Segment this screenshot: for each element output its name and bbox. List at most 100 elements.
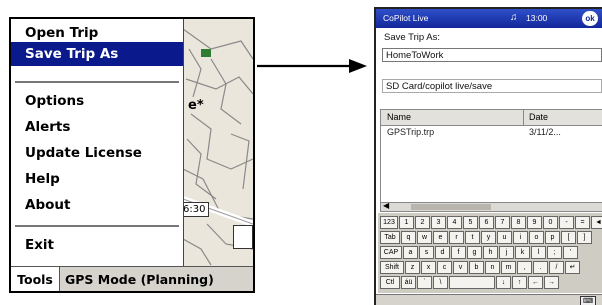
transition-arrow-icon bbox=[257, 59, 367, 73]
keyboard-icon[interactable]: ⌨ bbox=[580, 296, 596, 305]
scrollbar-thumb[interactable] bbox=[411, 204, 491, 210]
menu-item-open-trip[interactable]: Open Trip bbox=[25, 25, 98, 41]
file-list: Name Date GPSTrip.trp 3/11/2... bbox=[380, 109, 602, 203]
menu-separator bbox=[15, 81, 179, 83]
key-1-10[interactable]: 9 bbox=[527, 216, 542, 229]
menu-item-help[interactable]: Help bbox=[25, 171, 60, 187]
key-2-12[interactable]: [ bbox=[561, 231, 576, 244]
key-4-10[interactable]: . bbox=[533, 261, 548, 274]
key-5-5[interactable] bbox=[449, 276, 495, 289]
key-4-2[interactable]: z bbox=[405, 261, 420, 274]
right-device-screen: CoPilot Live ♫ 13:00 ok Save Trip As: Ho… bbox=[374, 7, 602, 305]
bottom-taskbar: Tools GPS Mode (Planning) bbox=[11, 266, 253, 291]
key-3-10[interactable]: l bbox=[531, 246, 546, 259]
key-2-11[interactable]: p bbox=[545, 231, 560, 244]
key-3-2[interactable]: a bbox=[403, 246, 418, 259]
menu-item-update-license[interactable]: Update License bbox=[25, 145, 142, 161]
tools-menu: Open Trip Save Trip As Options Alerts Up… bbox=[11, 19, 184, 267]
key-2-3[interactable]: w bbox=[417, 231, 432, 244]
column-divider bbox=[523, 110, 524, 125]
key-2-5[interactable]: r bbox=[449, 231, 464, 244]
key-3-11[interactable]: ; bbox=[547, 246, 562, 259]
key-1-6[interactable]: 5 bbox=[463, 216, 478, 229]
key-2-7[interactable]: y bbox=[481, 231, 496, 244]
titlebar: CoPilot Live ♫ 13:00 ok bbox=[376, 9, 602, 28]
save-path-field[interactable]: SD Card/copilot live/save bbox=[382, 79, 602, 93]
clock: 13:00 bbox=[526, 13, 548, 23]
key-1-1[interactable]: 123 bbox=[380, 216, 398, 229]
key-3-8[interactable]: j bbox=[499, 246, 514, 259]
soft-keyboard: 123 1 2 3 4 5 6 7 8 9 0- = ◄ Tab q w e r t y u i o p[] CAP a s d f g h… bbox=[378, 213, 602, 293]
key-2-4[interactable]: e bbox=[433, 231, 448, 244]
gps-mode-tab[interactable]: GPS Mode (Planning) bbox=[65, 267, 214, 291]
key-4-6[interactable]: b bbox=[469, 261, 484, 274]
menu-item-exit[interactable]: Exit bbox=[25, 237, 54, 253]
bottom-menubar: ⌨ bbox=[376, 294, 602, 305]
key-1-7[interactable]: 6 bbox=[479, 216, 494, 229]
map-zoom-box[interactable] bbox=[233, 225, 253, 249]
key-4-9[interactable]: , bbox=[517, 261, 532, 274]
menu-item-options[interactable]: Options bbox=[25, 93, 84, 109]
key-1-14[interactable]: ◄ bbox=[591, 216, 602, 229]
key-5-3[interactable]: ` bbox=[417, 276, 432, 289]
key-1-3[interactable]: 2 bbox=[415, 216, 430, 229]
key-2-13[interactable]: ] bbox=[577, 231, 592, 244]
key-1-2[interactable]: 1 bbox=[399, 216, 414, 229]
file-row[interactable]: GPSTrip.trp 3/11/2... bbox=[381, 127, 602, 140]
key-2-1[interactable]: Tab bbox=[380, 231, 400, 244]
key-4-7[interactable]: n bbox=[485, 261, 500, 274]
file-list-header: Name Date bbox=[381, 110, 602, 126]
key-1-4[interactable]: 3 bbox=[431, 216, 446, 229]
key-5-7[interactable]: ↑ bbox=[512, 276, 527, 289]
key-3-4[interactable]: d bbox=[435, 246, 450, 259]
menu-separator bbox=[15, 225, 179, 227]
key-5-9[interactable]: → bbox=[544, 276, 559, 289]
key-5-2[interactable]: áü bbox=[401, 276, 416, 289]
key-1-8[interactable]: 7 bbox=[495, 216, 510, 229]
key-5-8[interactable]: ← bbox=[528, 276, 543, 289]
menu-item-alerts[interactable]: Alerts bbox=[25, 119, 70, 135]
key-1-12[interactable]: - bbox=[559, 216, 574, 229]
column-header-date[interactable]: Date bbox=[529, 112, 548, 122]
key-1-9[interactable]: 8 bbox=[511, 216, 526, 229]
key-4-4[interactable]: c bbox=[437, 261, 452, 274]
key-5-1[interactable]: Ctl bbox=[380, 276, 400, 289]
key-3-3[interactable]: s bbox=[419, 246, 434, 259]
key-2-6[interactable]: t bbox=[465, 231, 480, 244]
menu-item-save-trip-as[interactable]: Save Trip As bbox=[11, 42, 183, 66]
app-title: CoPilot Live bbox=[383, 13, 429, 23]
key-5-4[interactable]: \ bbox=[433, 276, 448, 289]
key-5-6[interactable]: ↓ bbox=[496, 276, 511, 289]
file-date: 3/11/2... bbox=[529, 127, 561, 137]
key-3-9[interactable]: k bbox=[515, 246, 530, 259]
key-4-3[interactable]: x bbox=[421, 261, 436, 274]
left-device-screen: e* 6:30 Open Trip Save Trip As Options A… bbox=[9, 17, 255, 293]
key-2-10[interactable]: o bbox=[529, 231, 544, 244]
key-3-5[interactable]: f bbox=[451, 246, 466, 259]
key-2-2[interactable]: q bbox=[401, 231, 416, 244]
scroll-left-icon[interactable]: ◀ bbox=[383, 201, 389, 210]
horizontal-scrollbar[interactable]: ◀ bbox=[380, 201, 602, 212]
key-3-1[interactable]: CAP bbox=[380, 246, 402, 259]
map-place-label: e* bbox=[188, 98, 204, 113]
key-4-12[interactable]: ↵ bbox=[565, 261, 580, 274]
key-4-11[interactable]: / bbox=[549, 261, 564, 274]
key-1-13[interactable]: = bbox=[575, 216, 590, 229]
ok-button[interactable]: ok bbox=[582, 11, 598, 26]
key-3-6[interactable]: g bbox=[467, 246, 482, 259]
tools-tab[interactable]: Tools bbox=[11, 267, 60, 291]
menu-item-about[interactable]: About bbox=[25, 197, 70, 213]
key-3-7[interactable]: h bbox=[483, 246, 498, 259]
speaker-icon[interactable]: ♫ bbox=[510, 12, 518, 23]
key-2-9[interactable]: i bbox=[513, 231, 528, 244]
key-1-11[interactable]: 0 bbox=[543, 216, 558, 229]
key-4-5[interactable]: v bbox=[453, 261, 468, 274]
key-2-8[interactable]: u bbox=[497, 231, 512, 244]
file-name: GPSTrip.trp bbox=[387, 127, 435, 137]
key-3-12[interactable]: ' bbox=[563, 246, 578, 259]
filename-input[interactable]: HomeToWork bbox=[382, 48, 602, 62]
key-1-5[interactable]: 4 bbox=[447, 216, 462, 229]
key-4-1[interactable]: Shift bbox=[380, 261, 404, 274]
key-4-8[interactable]: m bbox=[501, 261, 516, 274]
column-header-name[interactable]: Name bbox=[387, 112, 411, 122]
